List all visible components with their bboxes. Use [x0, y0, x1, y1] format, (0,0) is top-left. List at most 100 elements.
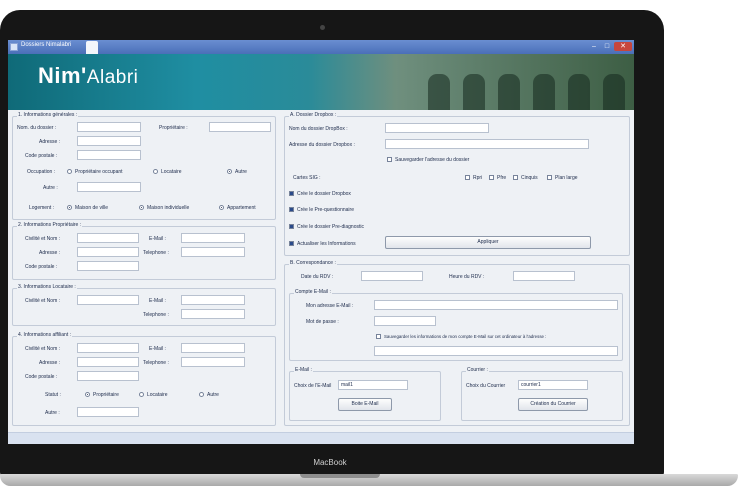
tenant-phone-input[interactable]	[181, 309, 245, 319]
rdv-date-input[interactable]	[361, 271, 423, 281]
device-brand: MacBook	[313, 458, 347, 467]
status-bar	[8, 432, 634, 444]
mail-group-title: Courrier :	[466, 367, 489, 373]
affiliate-other-input[interactable]	[77, 407, 139, 417]
owner-address-label: Adresse :	[39, 250, 61, 256]
status-radio-tenant[interactable]	[139, 392, 144, 397]
create-mail-button[interactable]: Création du Courrier	[518, 398, 588, 411]
password-label: Mot de passe :	[306, 319, 339, 325]
save-address-checkbox[interactable]	[387, 157, 392, 162]
owner-input[interactable]	[209, 122, 271, 132]
dropbox-title: A. Dossier Dropbox :	[289, 112, 338, 118]
status-radio-owner[interactable]	[85, 392, 90, 397]
owner-phone-input[interactable]	[181, 247, 245, 257]
app-logo: Nim'Alabri	[38, 63, 139, 88]
save-email-address-input[interactable]	[374, 346, 618, 356]
map-checkbox-rpri[interactable]	[465, 175, 470, 180]
tenant-email-label: E-Mail :	[149, 298, 166, 304]
folder-name-label: Nom. du dossier :	[17, 125, 57, 131]
apply-button[interactable]: Appliquer	[385, 236, 591, 249]
postal-code-input[interactable]	[77, 150, 141, 160]
status-label: Statut :	[45, 392, 61, 398]
affiliate-other-label: Autre :	[45, 410, 60, 416]
housing-option-house: Maison individuelle	[147, 205, 190, 211]
map-checkbox-pfre[interactable]	[489, 175, 494, 180]
close-button[interactable]: ✕	[614, 42, 632, 51]
map-checkbox-cinquis[interactable]	[513, 175, 518, 180]
mail-template-select[interactable]: courrier1	[518, 380, 588, 390]
occupation-radio-owner[interactable]	[67, 169, 72, 174]
arena-arch-graphic	[568, 74, 590, 110]
affiliate-postal-input[interactable]	[77, 371, 139, 381]
password-input[interactable]	[374, 316, 436, 326]
owner-postal-input[interactable]	[77, 261, 139, 271]
maps-label: Cartes SIG :	[293, 175, 321, 181]
my-email-input[interactable]	[374, 300, 618, 310]
dropbox-address-input[interactable]	[385, 139, 589, 149]
update-info-label: Actualiser les Informations	[297, 241, 356, 247]
app-window: Dossiers Nimalabri – □ ✕ Nim'Alabri 1. I…	[8, 40, 634, 444]
owner-email-label: E-Mail :	[149, 236, 166, 242]
email-template-label: Choix de l'E-Mail	[294, 383, 332, 389]
folder-name-input[interactable]	[77, 122, 141, 132]
dropbox-folder-label: Nom du dossier DropBox :	[289, 126, 348, 132]
arena-arch-graphic	[463, 74, 485, 110]
status-option-owner: Propriétaire	[93, 392, 119, 398]
dropbox-group: A. Dossier Dropbox : Nom du dossier Drop…	[284, 112, 630, 256]
general-info-title: 1. Informations générales :	[17, 112, 79, 118]
email-box-button[interactable]: Boite E-Mail	[338, 398, 392, 411]
housing-radio-apartment[interactable]	[219, 205, 224, 210]
create-prediagnostic-checkbox[interactable]	[289, 224, 294, 229]
tenant-name-input[interactable]	[77, 295, 139, 305]
dropbox-address-label: Adresse du dossier Dropbox :	[289, 142, 355, 148]
maximize-button[interactable]: □	[601, 42, 613, 51]
tenant-phone-label: Telephone :	[143, 312, 169, 318]
camera-icon	[320, 25, 325, 30]
affiliate-info-title: 4. Informations affiliant :	[17, 332, 72, 338]
arena-arch-graphic	[428, 74, 450, 110]
create-dropbox-checkbox[interactable]	[289, 191, 294, 196]
owner-info-title: 2. Informations Propriétaire :	[17, 222, 83, 228]
owner-email-input[interactable]	[181, 233, 245, 243]
affiliate-email-input[interactable]	[181, 343, 245, 353]
owner-phone-label: Telephone :	[143, 250, 169, 256]
housing-option-townhouse: Maison de ville	[75, 205, 109, 211]
occupation-option-owner: Propriétaire occupant	[75, 169, 123, 175]
affiliate-email-label: E-Mail :	[149, 346, 166, 352]
save-email-info-checkbox[interactable]	[376, 334, 381, 339]
minimize-button[interactable]: –	[588, 42, 600, 51]
status-radio-other[interactable]	[199, 392, 204, 397]
affiliate-address-input[interactable]	[77, 357, 139, 367]
owner-postal-label: Code postale :	[25, 264, 58, 270]
affiliate-name-label: Civilité et Nom :	[25, 346, 61, 352]
housing-radio-townhouse[interactable]	[67, 205, 72, 210]
housing-radio-house[interactable]	[139, 205, 144, 210]
occupation-radio-tenant[interactable]	[153, 169, 158, 174]
occupation-radio-other[interactable]	[227, 169, 232, 174]
update-info-checkbox[interactable]	[289, 241, 294, 246]
affiliate-postal-label: Code postale :	[25, 374, 58, 380]
other-input[interactable]	[77, 182, 141, 192]
create-questionnaire-checkbox[interactable]	[289, 207, 294, 212]
arena-arch-graphic	[498, 74, 520, 110]
window-title: Dossiers Nimalabri	[21, 42, 72, 48]
correspondence-group: B. Correspondance : Date du RDV : Heure …	[284, 260, 630, 426]
owner-label: Propriétaire :	[159, 125, 188, 131]
affiliate-phone-input[interactable]	[181, 357, 245, 367]
mail-template-label: Choix du Courrier	[466, 383, 506, 389]
new-tab[interactable]	[86, 41, 98, 54]
header-banner: Nim'Alabri	[8, 54, 634, 110]
dropbox-folder-input[interactable]	[385, 123, 489, 133]
tenant-info-title: 3. Informations Locataire :	[17, 284, 77, 290]
mail-template-group: Courrier : Choix du Courrier courrier1 C…	[461, 367, 623, 421]
rdv-time-input[interactable]	[513, 271, 575, 281]
owner-name-input[interactable]	[77, 233, 139, 243]
arena-arch-graphic	[603, 74, 625, 110]
tenant-email-input[interactable]	[181, 295, 245, 305]
tenant-name-label: Civilité et Nom :	[25, 298, 61, 304]
owner-address-input[interactable]	[77, 247, 139, 257]
map-checkbox-plan-large[interactable]	[547, 175, 552, 180]
address-input[interactable]	[77, 136, 141, 146]
email-template-select[interactable]: mail1	[338, 380, 408, 390]
affiliate-name-input[interactable]	[77, 343, 139, 353]
